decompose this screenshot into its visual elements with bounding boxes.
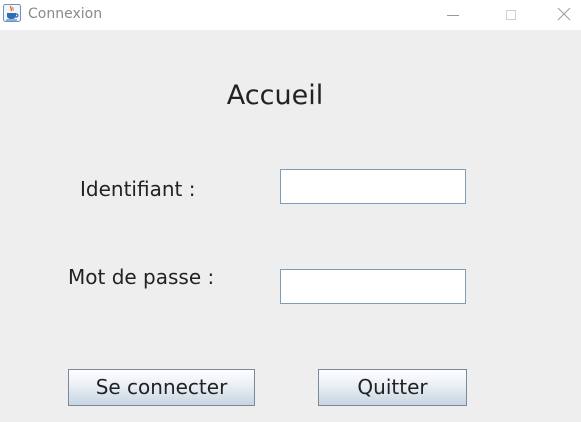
username-field[interactable] — [280, 169, 466, 204]
password-field[interactable] — [280, 269, 466, 304]
close-icon — [557, 6, 571, 25]
username-label: Identifiant : — [80, 177, 196, 201]
maximize-icon — [505, 6, 517, 25]
minimize-icon — [447, 6, 459, 25]
password-label: Mot de passe : — [68, 265, 215, 289]
minimize-button[interactable] — [430, 0, 476, 30]
window-title: Connexion — [28, 6, 103, 22]
java-cup-icon — [3, 4, 21, 22]
login-window: Connexion Accueil Identifiant : Mot de p… — [0, 0, 581, 422]
quit-button[interactable]: Quitter — [318, 369, 467, 406]
connect-button[interactable]: Se connecter — [68, 369, 255, 406]
close-button[interactable] — [546, 0, 581, 30]
page-title: Accueil — [226, 80, 324, 111]
title-bar[interactable]: Connexion — [0, 0, 581, 30]
maximize-button[interactable] — [488, 0, 534, 30]
